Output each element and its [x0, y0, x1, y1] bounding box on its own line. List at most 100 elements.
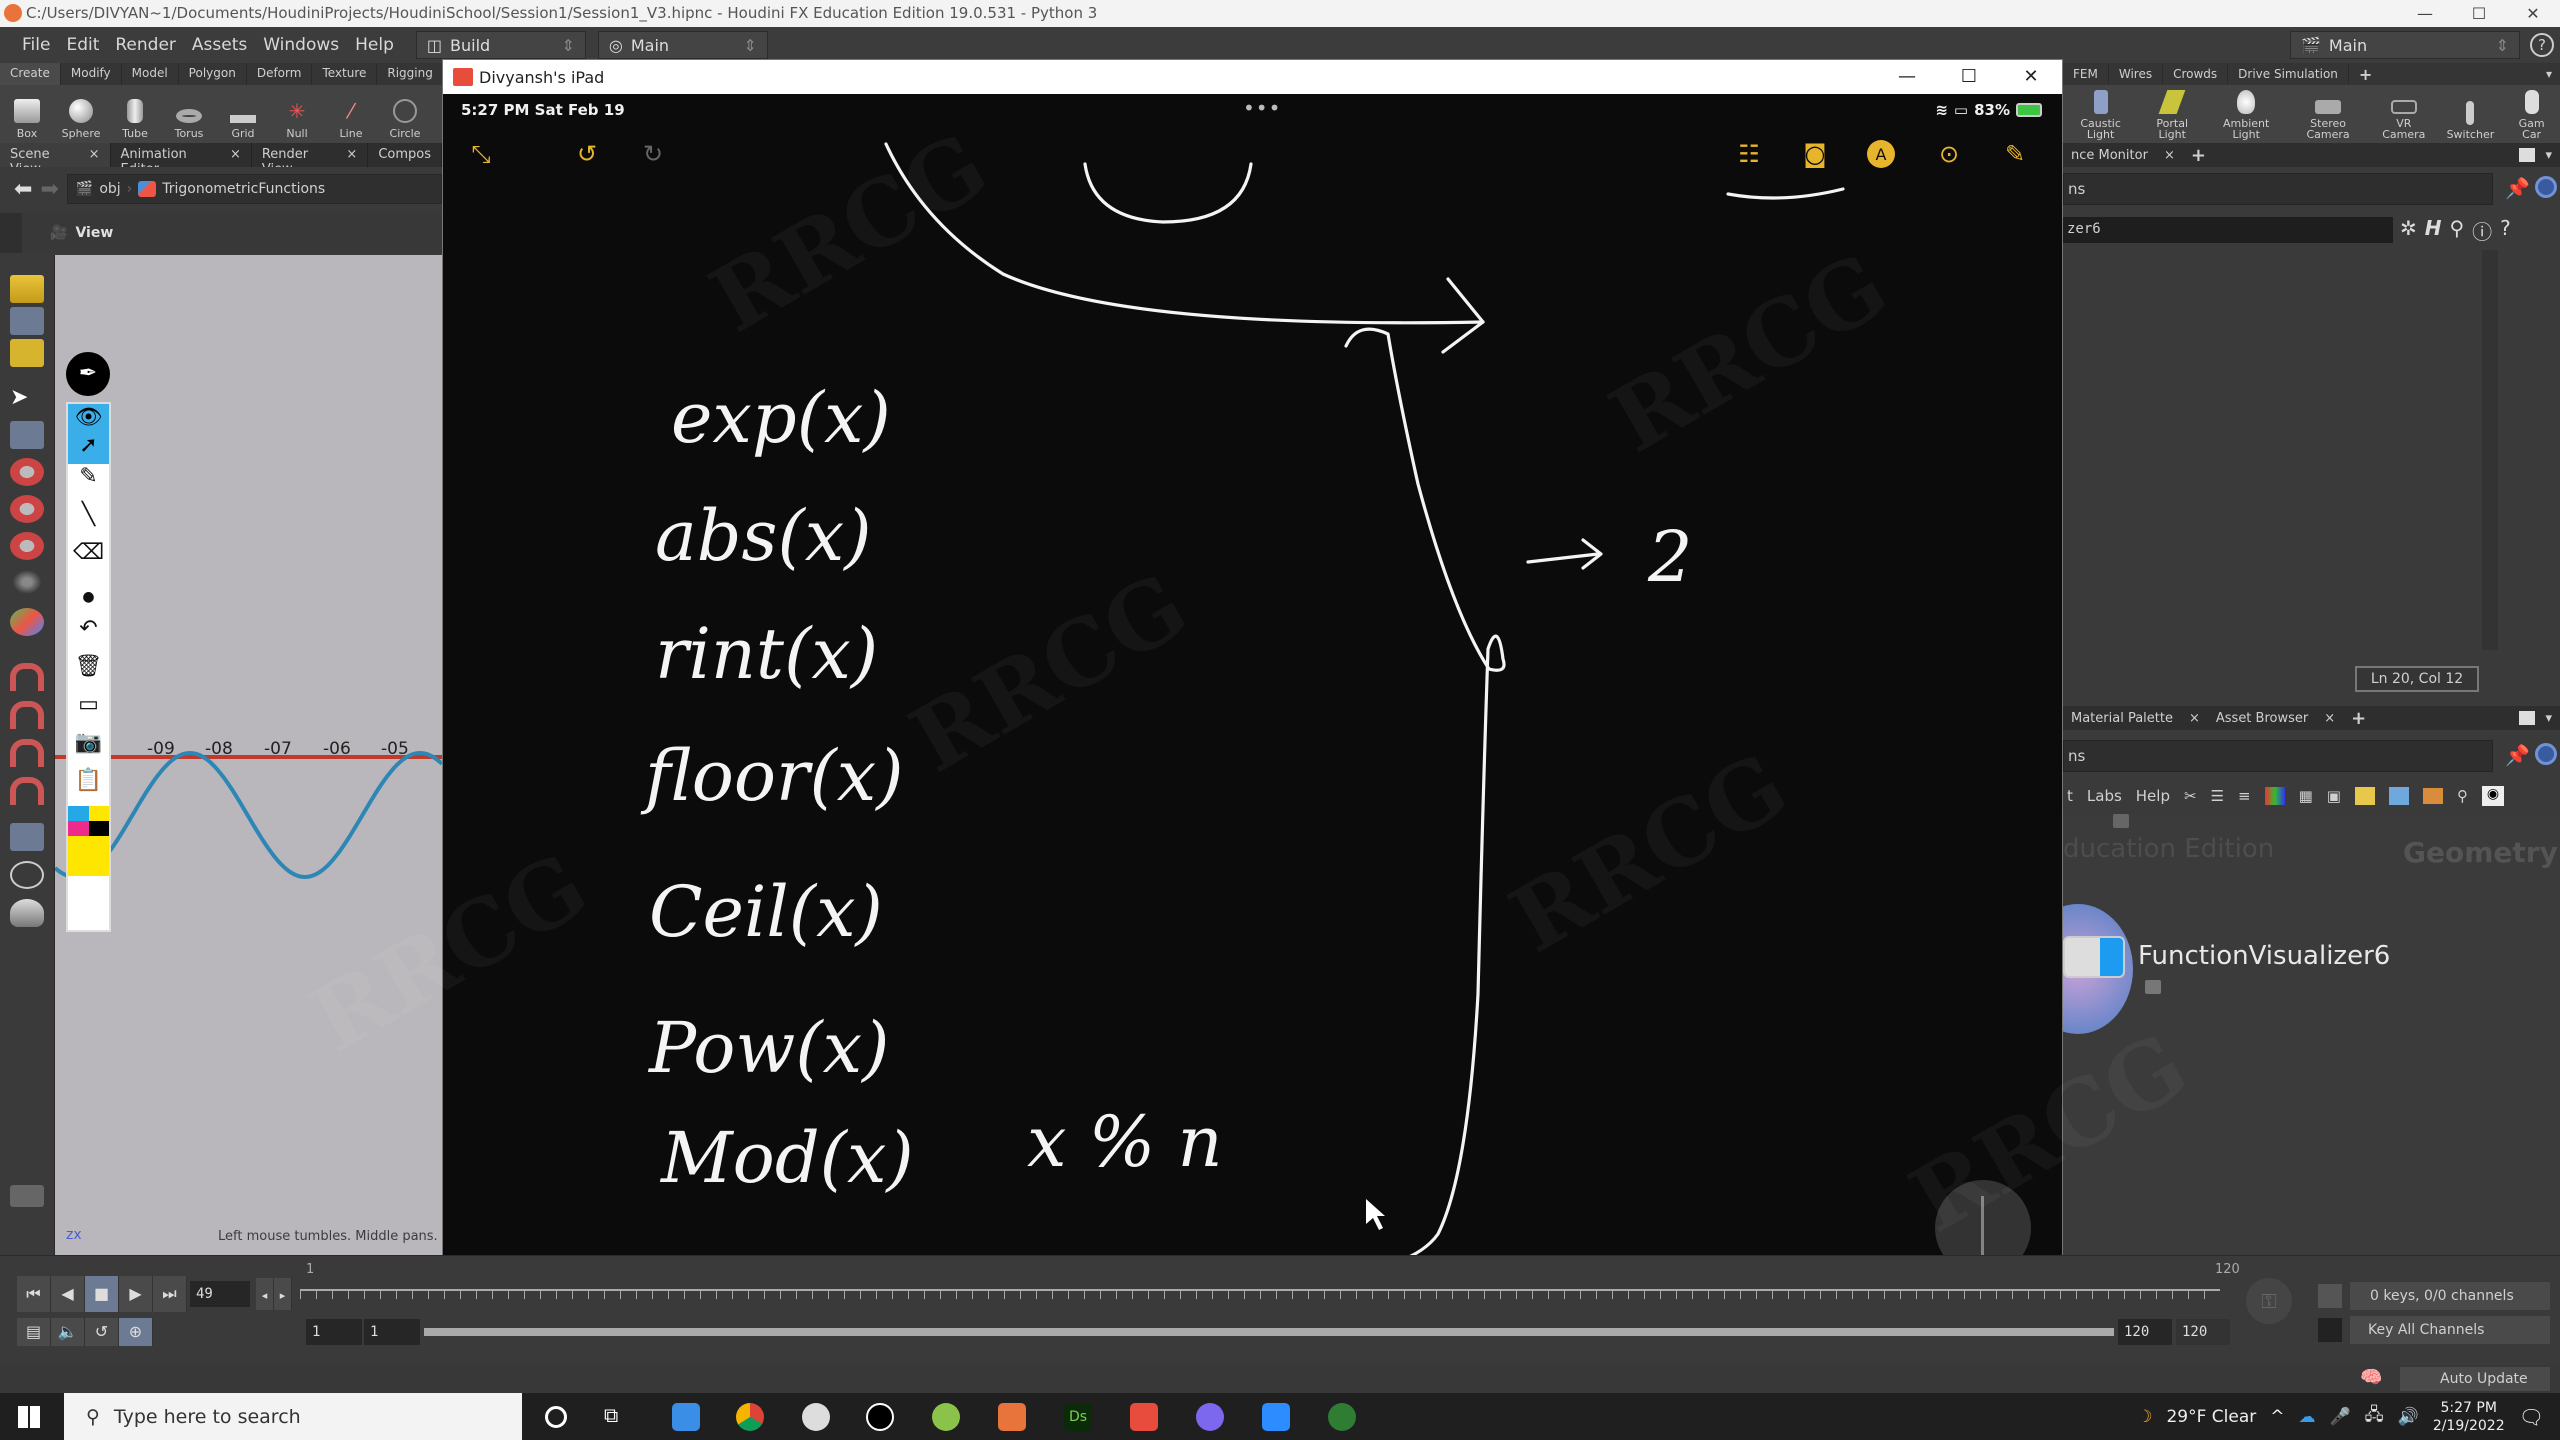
- snap-magnet-icon[interactable]: [10, 777, 44, 805]
- snap-point-icon[interactable]: [10, 739, 44, 767]
- tool-box[interactable]: Box: [0, 85, 54, 143]
- menu-help[interactable]: Help: [347, 35, 402, 55]
- tab-scene-view[interactable]: Scene View×: [0, 143, 111, 177]
- whiteboard-icon[interactable]: ▭: [68, 692, 109, 730]
- package-icon[interactable]: [2422, 788, 2443, 804]
- select-components-icon[interactable]: [10, 307, 44, 335]
- chevron-down-icon[interactable]: ▾: [2546, 67, 2552, 81]
- maximize-button[interactable]: ☐: [2452, 0, 2506, 27]
- step-back-button[interactable]: ◂: [256, 1278, 274, 1310]
- tool-caustic-light[interactable]: Caustic Light: [2063, 85, 2138, 143]
- flipbook-icon[interactable]: [10, 899, 44, 927]
- tool-stereo-camera[interactable]: Stereo Camera: [2286, 85, 2370, 143]
- task-view-icon[interactable]: ⧉: [604, 1403, 632, 1431]
- geometry-node[interactable]: [2063, 936, 2125, 978]
- screen-mirror-taskbar-icon[interactable]: [1130, 1403, 1158, 1431]
- update-mode-dropdown[interactable]: Auto Update: [2400, 1367, 2550, 1391]
- code-editor-area[interactable]: [2063, 248, 2483, 658]
- lock-selection-icon[interactable]: [10, 421, 44, 449]
- network-path-field[interactable]: ns: [2063, 740, 2493, 772]
- shelf-tab-rigging[interactable]: Rigging: [377, 63, 444, 85]
- help-icon[interactable]: ?: [2500, 216, 2511, 245]
- jump-to-start-button[interactable]: ⏮: [17, 1276, 51, 1312]
- info-icon[interactable]: ⓘ: [2472, 216, 2492, 245]
- audio-icon[interactable]: 🔈: [51, 1318, 85, 1346]
- node-name-label[interactable]: FunctionVisualizer6: [2138, 941, 2390, 971]
- color-swatch-yellow[interactable]: [88, 806, 109, 821]
- undo-icon[interactable]: ↶: [68, 616, 109, 654]
- tool-torus[interactable]: Torus: [162, 85, 216, 143]
- houdini-taskbar-icon[interactable]: [998, 1403, 1026, 1431]
- shape-palette-icon[interactable]: ▦: [2299, 787, 2313, 805]
- close-tab-icon[interactable]: ×: [346, 147, 357, 163]
- stop-button[interactable]: ■: [85, 1276, 119, 1312]
- scale-tool-icon[interactable]: [10, 532, 44, 560]
- tool-line[interactable]: ⁄ Line: [324, 85, 378, 143]
- play-forward-button[interactable]: ▶: [119, 1276, 153, 1312]
- snap-curve-icon[interactable]: [10, 701, 44, 729]
- pose-tool-icon[interactable]: [10, 568, 44, 596]
- tool-tube[interactable]: Tube: [108, 85, 162, 143]
- desktop-selector[interactable]: ◫ Build ⇕: [415, 31, 586, 59]
- pen-line-icon[interactable]: ╲: [68, 502, 109, 540]
- microphone-icon[interactable]: 🎤: [2330, 1407, 2351, 1427]
- shelf-tab-texture[interactable]: Texture: [312, 63, 378, 85]
- pin-icon[interactable]: 📌: [2505, 176, 2530, 200]
- camera-icon[interactable]: 🎥: [50, 225, 67, 241]
- context-selector[interactable]: ◎ Main ⇕: [597, 31, 768, 59]
- menu-help[interactable]: Help: [2136, 787, 2170, 805]
- pane-maximize-icon[interactable]: [2519, 711, 2536, 725]
- shelf-tab-model[interactable]: Model: [122, 63, 179, 85]
- taskbar-search-box[interactable]: ⚲ Type here to search: [64, 1393, 522, 1440]
- chrome-profile-icon[interactable]: [1328, 1403, 1356, 1431]
- weather-text[interactable]: 29°F Clear: [2166, 1407, 2256, 1427]
- list-view-icon[interactable]: ≡: [2238, 787, 2251, 805]
- back-arrow-icon[interactable]: ⬅: [14, 177, 32, 202]
- minimize-button[interactable]: —: [1876, 60, 1938, 94]
- forward-arrow-icon[interactable]: ➡: [40, 177, 58, 202]
- loop-icon[interactable]: ↺: [85, 1318, 119, 1346]
- minimize-button[interactable]: —: [2398, 0, 2452, 27]
- add-tab-button[interactable]: +: [2343, 708, 2374, 729]
- tool-grid[interactable]: Grid: [216, 85, 270, 143]
- display-options-icon[interactable]: [10, 1185, 44, 1207]
- link-target-icon[interactable]: [2535, 176, 2557, 198]
- current-frame-field[interactable]: 49: [190, 1281, 250, 1307]
- range-start-field-2[interactable]: 1: [364, 1319, 420, 1345]
- network-box-icon[interactable]: ▣: [2327, 787, 2341, 805]
- view-select-mode[interactable]: 👁 ➚: [68, 404, 109, 464]
- network-editor[interactable]: ducation Edition Geometry FunctionVisual…: [2063, 814, 2560, 1254]
- add-image-icon[interactable]: [2388, 787, 2409, 805]
- screenshot-camera-icon[interactable]: 📷: [68, 730, 109, 768]
- chrome-icon[interactable]: [736, 1403, 764, 1431]
- sticky-note-icon[interactable]: [2354, 787, 2375, 805]
- range-start-field[interactable]: 1: [306, 1319, 362, 1345]
- color-palette-icon[interactable]: [2264, 787, 2285, 805]
- close-tab-icon[interactable]: ×: [230, 147, 241, 163]
- global-animation-icon[interactable]: ⊕: [119, 1318, 153, 1346]
- color-palette[interactable]: [68, 806, 109, 836]
- shelf-tab-wires[interactable]: Wires: [2109, 64, 2164, 84]
- render-region-icon[interactable]: [10, 861, 44, 889]
- realtime-toggle-icon[interactable]: ▤: [17, 1318, 51, 1346]
- camera-tool-icon[interactable]: [10, 823, 44, 851]
- unreal-engine-icon[interactable]: [866, 1403, 894, 1431]
- move-tool-icon[interactable]: [10, 458, 44, 486]
- shelf-tab-crowds[interactable]: Crowds: [2163, 64, 2229, 84]
- chevron-up-icon[interactable]: ^: [2270, 1407, 2284, 1427]
- shelf-tab-fem[interactable]: FEM: [2063, 64, 2109, 84]
- brush-size-icon[interactable]: ●: [68, 578, 109, 616]
- node-name-field[interactable]: zer6: [2063, 217, 2393, 243]
- select-geometry-icon[interactable]: [10, 339, 44, 367]
- keys-status-dropdown[interactable]: 0 keys, 0/0 channels: [2350, 1282, 2550, 1310]
- windows-start-icon[interactable]: [18, 1406, 40, 1428]
- shelf-tab-drive-simulation[interactable]: Drive Simulation: [2228, 64, 2349, 84]
- trash-icon[interactable]: 🗑: [68, 654, 109, 692]
- close-button[interactable]: ✕: [2000, 60, 2062, 94]
- tool-portal-light[interactable]: Portal Light: [2138, 85, 2206, 143]
- select-objects-icon[interactable]: [10, 275, 44, 303]
- current-color-yellow[interactable]: [68, 836, 109, 876]
- snap-grid-icon[interactable]: [10, 663, 44, 691]
- close-button[interactable]: ✕: [2506, 0, 2560, 27]
- help-icon[interactable]: ?: [2530, 33, 2554, 57]
